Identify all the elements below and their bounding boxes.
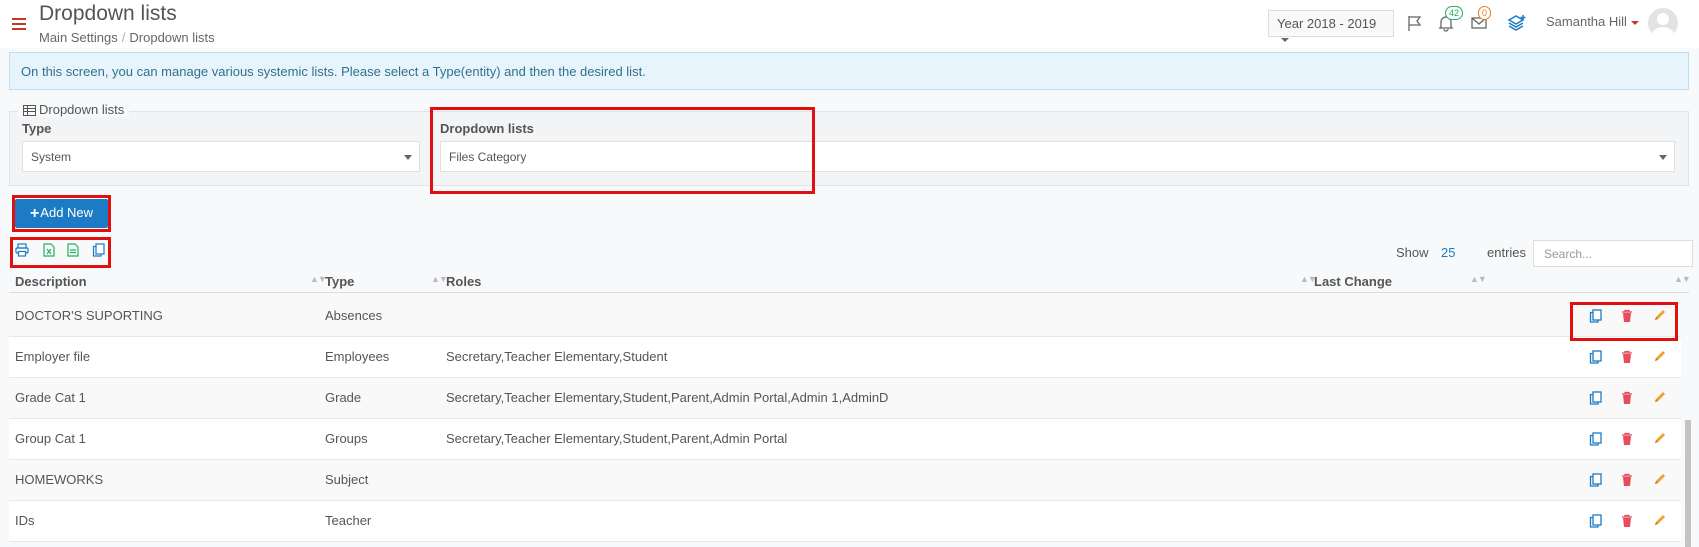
row-roles: Secretary,Teacher Elementary,Student,Par… <box>446 431 788 446</box>
table-header-divider <box>9 292 1689 293</box>
page-title: Dropdown lists <box>39 2 177 25</box>
column-header-roles[interactable]: Roles <box>446 274 481 289</box>
dropdown-list-label: Dropdown lists <box>440 121 534 136</box>
type-label: Type <box>22 121 52 136</box>
flag-icon[interactable] <box>1406 14 1424 32</box>
print-icon[interactable] <box>15 243 31 261</box>
table-row[interactable]: DOCTOR'S SUPORTING Absences <box>9 296 1681 337</box>
chevron-down-icon <box>1630 20 1639 25</box>
table-row[interactable]: HOMEWORKS Subject <box>9 460 1681 501</box>
bell-icon[interactable]: 42 <box>1437 6 1464 32</box>
row-description: Group Cat 1 <box>15 431 86 446</box>
top-header: Dropdown lists Main Settings / Dropdown li… <box>0 0 1699 48</box>
search-input[interactable] <box>1533 240 1693 267</box>
chevron-down-icon <box>1659 155 1667 160</box>
column-header-type[interactable]: Type <box>325 274 354 289</box>
panel-legend-label: Dropdown lists <box>39 102 125 117</box>
sort-icon[interactable]: ▲▼ <box>1674 274 1691 284</box>
user-name: Samantha Hill <box>1546 14 1627 29</box>
type-select[interactable]: System <box>22 141 420 172</box>
column-header-last-change[interactable]: Last Change <box>1314 274 1392 289</box>
table-row[interactable]: Grade Cat 1 Grade Secretary,Teacher Elemen… <box>9 378 1681 419</box>
duplicate-icon[interactable] <box>1589 350 1603 364</box>
show-label: Show <box>1396 245 1429 260</box>
add-new-label: Add New <box>40 205 94 220</box>
type-select-value: System <box>31 150 72 164</box>
breadcrumb: Main Settings / Dropdown lists <box>39 30 215 45</box>
chevron-down-icon <box>1281 37 1289 42</box>
scrollbar[interactable] <box>1685 420 1691 547</box>
sort-icon[interactable]: ▲▼ <box>431 274 448 284</box>
delete-icon[interactable] <box>1621 350 1635 364</box>
copy-icon[interactable] <box>92 243 108 261</box>
row-type: Groups <box>325 431 368 446</box>
row-type: Teacher <box>325 513 372 528</box>
table-icon <box>23 105 36 116</box>
entries-label: entries <box>1487 245 1527 260</box>
dropdown-list-select[interactable]: Files Category <box>440 141 1675 172</box>
table-row[interactable]: IDs Teacher <box>9 501 1681 542</box>
year-select[interactable]: Year 2018 - 2019 <box>1268 10 1394 42</box>
csv-icon[interactable] <box>67 243 83 261</box>
column-header-description[interactable]: Description <box>15 274 87 289</box>
edit-icon[interactable] <box>1653 350 1667 364</box>
row-description: Employer file <box>15 349 91 364</box>
envelope-icon[interactable]: 0 <box>1470 6 1492 32</box>
delete-icon[interactable] <box>1621 391 1635 405</box>
row-description: DOCTOR'S SUPORTING <box>15 308 163 323</box>
table-row[interactable]: Group Cat 1 Groups Secretary,Teacher Eleme… <box>9 419 1681 460</box>
row-roles: Secretary,Teacher Elementary,Student <box>446 349 668 364</box>
edit-icon[interactable] <box>1653 391 1667 405</box>
edit-icon[interactable] <box>1653 309 1667 323</box>
sort-asc-icon[interactable]: ▲▼ <box>310 274 327 284</box>
duplicate-icon[interactable] <box>1589 391 1603 405</box>
duplicate-icon[interactable] <box>1589 473 1603 487</box>
row-type: Grade <box>325 390 362 405</box>
edit-icon[interactable] <box>1653 432 1667 446</box>
delete-icon[interactable] <box>1621 309 1635 323</box>
row-type: Subject <box>325 472 369 487</box>
chevron-down-icon <box>404 155 412 160</box>
breadcrumb-main-settings[interactable]: Main Settings <box>39 30 118 45</box>
row-roles: Secretary,Teacher Elementary,Student,Par… <box>446 390 889 405</box>
add-new-button[interactable]: +Add New <box>15 199 108 228</box>
edit-icon[interactable] <box>1653 514 1667 528</box>
page-size-select[interactable]: 25 <box>1441 245 1455 260</box>
table-row[interactable]: Employer file Employees Secretary,Teacher … <box>9 337 1681 378</box>
sort-icon[interactable]: ▲▼ <box>1470 274 1487 284</box>
duplicate-icon[interactable] <box>1589 432 1603 446</box>
delete-icon[interactable] <box>1621 514 1635 528</box>
messages-badge: 0 <box>1478 6 1492 20</box>
excel-icon[interactable] <box>43 243 59 261</box>
info-message: On this screen, you can manage various s… <box>9 52 1689 90</box>
avatar[interactable] <box>1648 8 1678 38</box>
panel-legend: Dropdown lists <box>18 102 130 117</box>
row-description: Grade Cat 1 <box>15 390 86 405</box>
notifications-badge: 42 <box>1445 6 1464 20</box>
edit-icon[interactable] <box>1653 473 1667 487</box>
delete-icon[interactable] <box>1621 473 1635 487</box>
row-type: Employees <box>325 349 390 364</box>
duplicate-icon[interactable] <box>1589 309 1603 323</box>
year-select-label: Year 2018 - 2019 <box>1277 16 1377 31</box>
layers-add-icon[interactable] <box>1507 14 1526 32</box>
delete-icon[interactable] <box>1621 432 1635 446</box>
user-menu[interactable]: Samantha Hill <box>1546 14 1639 29</box>
hamburger-menu-icon[interactable] <box>12 18 26 30</box>
row-description: HOMEWORKS <box>15 472 104 487</box>
dropdown-list-select-value: Files Category <box>449 150 527 164</box>
breadcrumb-current: Dropdown lists <box>129 30 215 45</box>
row-type: Absences <box>325 308 383 323</box>
duplicate-icon[interactable] <box>1589 514 1603 528</box>
row-description: IDs <box>15 513 35 528</box>
plus-icon: + <box>29 205 40 222</box>
